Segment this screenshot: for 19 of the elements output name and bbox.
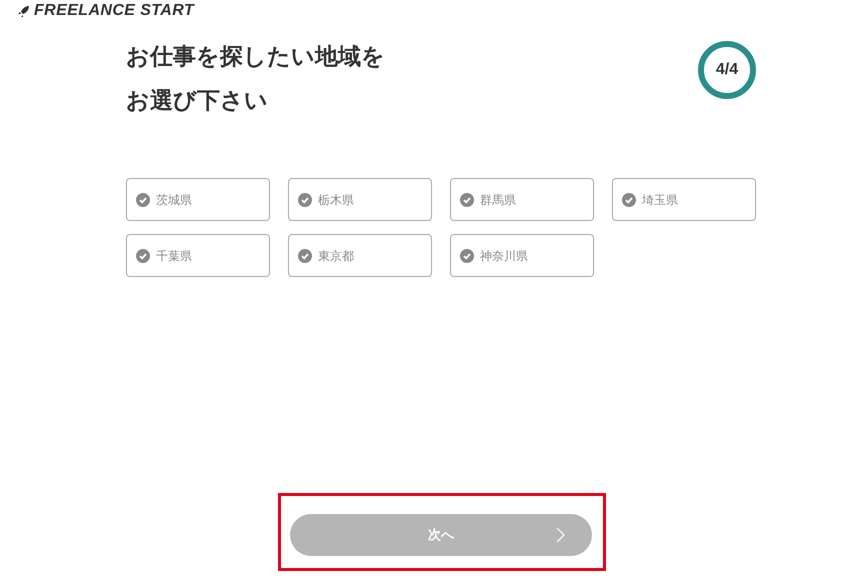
check-icon — [298, 248, 312, 262]
check-icon — [622, 192, 636, 206]
region-option[interactable]: 栃木県 — [288, 178, 432, 221]
check-icon — [136, 248, 150, 262]
check-icon — [460, 192, 474, 206]
logo-text: FREELANCE START — [34, 2, 194, 18]
region-option[interactable]: 群馬県 — [450, 178, 594, 221]
region-option[interactable]: 埼玉県 — [612, 178, 756, 221]
region-option[interactable]: 東京都 — [288, 234, 432, 277]
region-option[interactable]: 茨城県 — [126, 178, 270, 221]
check-icon — [298, 192, 312, 206]
region-option[interactable]: 千葉県 — [126, 234, 270, 277]
check-icon — [136, 192, 150, 206]
page-heading: お仕事を探したい地域を お選び下さい — [126, 42, 385, 115]
check-icon — [460, 248, 474, 262]
step-indicator: 4/4 — [698, 41, 756, 99]
rocket-icon — [18, 4, 30, 16]
chevron-right-icon — [556, 527, 565, 543]
region-option[interactable]: 神奈川県 — [450, 234, 594, 277]
